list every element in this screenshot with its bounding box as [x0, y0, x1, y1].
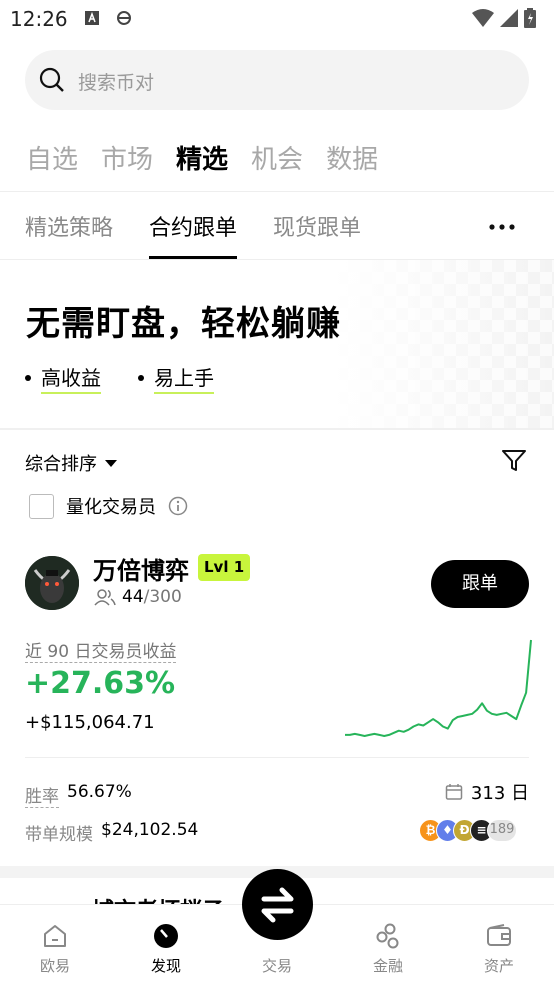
banner-bullet: 易上手 [138, 362, 214, 394]
follow-button[interactable]: 跟单 [431, 560, 529, 608]
sub-tabs: 精选策略 合约跟单 现货跟单 [25, 210, 361, 260]
calendar-icon [445, 784, 463, 800]
users-icon [94, 589, 116, 606]
search-icon [39, 67, 64, 92]
banner-bullet: 高收益 [25, 362, 101, 394]
trader-name[interactable]: 万倍博弈 [93, 551, 189, 586]
signal-icon [500, 9, 518, 27]
trade-fab-button[interactable] [242, 869, 313, 940]
level-badge: Lvl 1 [198, 554, 251, 581]
quant-trader-filter[interactable]: 量化交易员 [29, 493, 188, 519]
status-bar: 12:26 [0, 0, 554, 38]
pnl-percent: +27.63% [25, 666, 176, 701]
tab-data[interactable]: 数据 [326, 139, 378, 176]
more-icon[interactable] [489, 223, 515, 231]
wifi-icon [472, 9, 494, 27]
win-rate-value: 56.67% [67, 782, 132, 802]
swap-arrows-icon [261, 887, 294, 923]
sort-dropdown[interactable]: 综合排序 [25, 450, 117, 476]
caret-down-icon [105, 459, 117, 467]
status-time: 12:26 [10, 7, 68, 31]
aum-row: 带单规模 $24,102.54 [25, 820, 198, 845]
banner-title: 无需盯盘，轻松躺赚 [26, 304, 341, 344]
pnl-usd: +$115,064.71 [25, 712, 155, 733]
sort-label: 综合排序 [25, 454, 97, 475]
followers-count: 44/300 [94, 587, 182, 607]
pnl-sparkline [345, 639, 532, 737]
top-tabs: 自选 市场 精选 机会 数据 [26, 139, 378, 176]
home-icon [44, 925, 66, 947]
battery-icon [524, 8, 536, 28]
coin-list: ₿ ♦ Ð ≡ 189 [419, 819, 517, 842]
pnl-label[interactable]: 近 90 日交易员收益 [25, 637, 177, 663]
win-rate-row: 胜率 56.67% [25, 782, 132, 808]
aum-value: $24,102.54 [101, 820, 199, 840]
promo-banner: 无需盯盘，轻松躺赚 高收益 易上手 [0, 260, 554, 428]
browser-e-icon [117, 11, 131, 25]
divider [0, 191, 554, 192]
subtab-strategies[interactable]: 精选策略 [25, 210, 113, 260]
compass-icon [154, 924, 178, 948]
divider [25, 757, 529, 758]
tab-opportunities[interactable]: 机会 [251, 139, 303, 176]
font-a-icon [85, 11, 99, 25]
filter-icon[interactable] [501, 449, 527, 473]
trading-days: 313 日 [445, 779, 529, 805]
search-placeholder: 搜索币对 [78, 72, 155, 94]
sparkline-series [345, 639, 532, 737]
tab-watchlist[interactable]: 自选 [26, 139, 78, 176]
trading-days-value: 313 日 [470, 783, 529, 804]
search-bar[interactable]: 搜索币对 [25, 50, 529, 110]
finance-icon [376, 923, 399, 949]
quant-label: 量化交易员 [66, 497, 156, 518]
tab-market[interactable]: 市场 [101, 139, 153, 176]
tab-featured[interactable]: 精选 [176, 139, 228, 176]
bull-avatar-image [25, 556, 79, 610]
quant-checkbox[interactable] [29, 493, 54, 519]
win-rate-label[interactable]: 胜率 [25, 782, 59, 808]
more-coins-count: 189 [487, 819, 517, 842]
subtab-futures-copy[interactable]: 合约跟单 [149, 210, 238, 260]
subtab-spot-copy[interactable]: 现货跟单 [273, 210, 361, 260]
aum-label: 带单规模 [25, 825, 93, 845]
avatar[interactable] [25, 556, 79, 610]
info-icon[interactable] [168, 496, 188, 516]
divider [0, 428, 554, 430]
wallet-icon [487, 924, 511, 946]
